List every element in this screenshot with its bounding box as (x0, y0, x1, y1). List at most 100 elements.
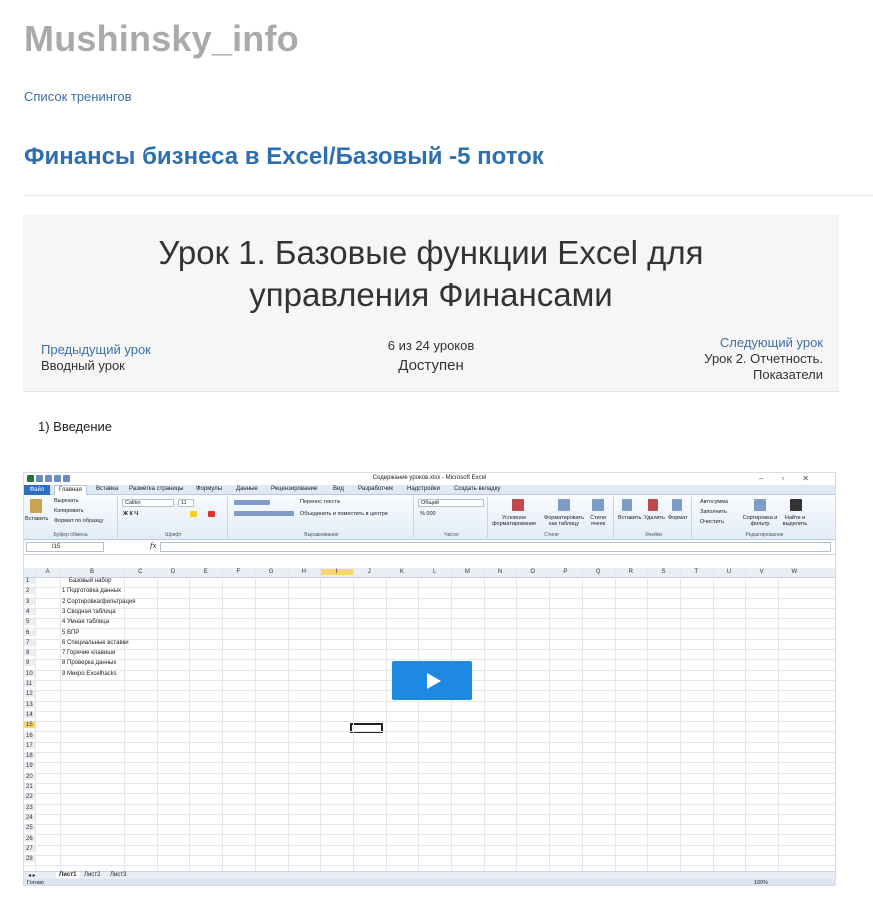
list-item: 3 Сводная таблица (62, 608, 116, 615)
row-header: 18 (24, 753, 35, 760)
tab-file: Файл (24, 485, 50, 495)
table-row: 6 5 ВПР (24, 629, 835, 640)
wrap-text-label: Перенос текста (300, 499, 340, 505)
sheet-tabs: ◂ ▸ Лист1 Лист2 Лист3 (24, 871, 835, 879)
tab-addins: Надстройки (407, 486, 440, 492)
formula-input (160, 542, 831, 552)
row-header: 15 (24, 722, 35, 729)
column-header-s: S (661, 569, 666, 575)
delete-cells-icon (648, 499, 658, 511)
list-item: 2 Сортировка/фильтрация (62, 598, 136, 605)
row-header: 27 (24, 845, 35, 852)
list-item: 4 Умная таблица (62, 619, 110, 626)
table-row: 16 (24, 732, 835, 743)
sheet-tab-3: Лист3 (110, 872, 127, 878)
table-row: 24 (24, 814, 835, 826)
number-buttons: % 000 (420, 511, 436, 517)
font-color-icon (208, 511, 215, 517)
column-header-l: L (432, 569, 437, 575)
find-select-label: Найти и выделить (782, 515, 808, 527)
lesson-title-line1: Урок 1. Базовые функции Excel для (158, 234, 704, 271)
group-alignment: Перенос текста Объединить и поместить в … (230, 497, 414, 538)
styles-group-label: Стили (544, 532, 559, 538)
table-row: 7 6 Специальные вставки (24, 639, 835, 651)
column-header-h: H (301, 569, 307, 575)
row-header: 16 (24, 732, 35, 739)
list-item: 9 Микро Excelhacks (62, 670, 117, 677)
cond-format-icon (512, 499, 524, 511)
site-title[interactable]: Mushinsky_info (24, 18, 299, 60)
next-lesson-link[interactable]: Следующий урок (693, 335, 823, 351)
list-item: 6 Специальные вставки (62, 639, 129, 646)
column-header-d: D (170, 569, 176, 575)
course-title: Финансы бизнеса в Excel/Базовый -5 поток (24, 143, 544, 170)
column-header-f: F (236, 569, 241, 575)
tab-view: Вид (333, 486, 344, 492)
tab-formulas: Формулы (196, 486, 223, 492)
row-header: 11 (24, 681, 35, 687)
sheet-nav-icon: ◂ ▸ (28, 873, 36, 879)
table-row: 21 (24, 784, 835, 795)
tab-review: Рецензирование (271, 486, 318, 492)
table-row: 22 (24, 794, 835, 805)
format-cells-icon (672, 499, 682, 511)
sheet-tab-2: Лист2 (84, 872, 101, 878)
column-header-p: P (563, 569, 568, 575)
group-clipboard: Вставить Вырезать Копировать Формат по о… (24, 497, 118, 538)
cut-label: Вырезать (54, 498, 79, 504)
column-header-w: W (791, 569, 798, 575)
table-row: 2 1 Подготовка данных (24, 588, 835, 599)
row-header: 3 (24, 598, 35, 605)
row-header: 10 (24, 670, 35, 677)
row-header: 9 (24, 660, 35, 667)
row-header: 19 (24, 763, 35, 770)
group-font: Calibri 11 Ж К Ч Шрифт (120, 497, 228, 538)
play-icon (427, 673, 441, 689)
column-header-u: U (726, 569, 732, 575)
delete-label: Удалить (644, 515, 665, 521)
row-header: 25 (24, 825, 35, 832)
table-row: 26 (24, 835, 835, 846)
list-item: 7 Горячие клавиши (62, 650, 116, 657)
fill-label: Заполнить (700, 509, 728, 515)
formula-bar: I15 fx (24, 540, 835, 555)
video-player[interactable]: Содержание уроков.xlsx - Microsoft Excel… (23, 472, 836, 886)
column-header-t: T (694, 569, 699, 575)
row-header: 12 (24, 691, 35, 698)
table-row: 1 Базовый набор (24, 578, 835, 589)
editing-group-label: Редактирование (745, 532, 784, 538)
row-header: 23 (24, 804, 35, 811)
cells-group-label: Ячейки (645, 532, 662, 538)
group-number: Общий % 000 Число (416, 497, 488, 538)
breadcrumb-trainings-link[interactable]: Список тренингов (24, 89, 132, 104)
play-button[interactable] (392, 661, 472, 700)
ribbon: Вставить Вырезать Копировать Формат по о… (24, 495, 835, 540)
table-row: 28 (24, 856, 835, 867)
font-size: 11 (178, 499, 194, 507)
column-header-k: K (399, 569, 404, 575)
row-header: 26 (24, 835, 35, 842)
row-header: 24 (24, 814, 35, 821)
format-table-label: Форматировать как таблицу (544, 515, 584, 527)
format-table-icon (558, 499, 570, 511)
row-header: 21 (24, 784, 35, 790)
clipboard-label: Буфер обмена (53, 532, 88, 538)
column-header-j: J (367, 569, 371, 575)
alignment-group-label: Выравнивание (304, 532, 339, 538)
list-item: 5 ВПР (62, 629, 80, 636)
row-header: 7 (24, 639, 35, 646)
intro-text: 1) Введение (38, 419, 113, 434)
excel-window-title: Содержание уроков.xlsx - Microsoft Excel (372, 475, 487, 481)
next-lesson[interactable]: Следующий урок Урок 2. Отчетность. Показ… (693, 335, 823, 383)
table-row: 20 (24, 773, 835, 784)
table-row: 23 (24, 804, 835, 815)
lesson-title: Урок 1. Базовые функции Excel для управл… (23, 232, 839, 316)
status-text: Готово (27, 880, 44, 886)
column-header-q: Q (595, 569, 601, 575)
table-row: 27 (24, 845, 835, 857)
font-group-label: Шрифт (165, 532, 182, 538)
column-header-b: B (89, 569, 94, 575)
next-lesson-name[interactable]: Урок 2. Отчетность. Показатели (693, 351, 823, 383)
row-header: 17 (24, 742, 35, 749)
table-row: 3 2 Сортировка/фильтрация (24, 598, 835, 609)
